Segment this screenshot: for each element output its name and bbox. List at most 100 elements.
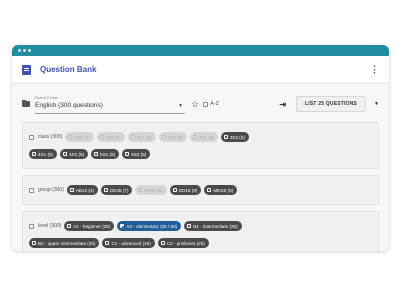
chip-checkbox-checked <box>120 224 125 228</box>
chip-line: group (300) AB12 (4) DE45 (7) FR38 (2) G… <box>29 183 372 197</box>
filter-chip[interactable]: A1 - beginner (25) <box>64 221 115 231</box>
filter-chip-selected[interactable]: A2 - elementary (25 / 50) <box>117 221 182 231</box>
chip-checkbox <box>187 224 192 228</box>
chip-label: MESS (6) <box>213 187 234 193</box>
filter-chip[interactable]: 5S2 (5) <box>122 149 151 159</box>
chip-line: B2 - upper intermediate (25) C1 - advanc… <box>29 236 372 250</box>
folder-icon <box>22 99 30 107</box>
chip-label: AB12 (4) <box>75 187 94 193</box>
chip-checkbox <box>94 152 99 156</box>
filter-chip[interactable]: AB12 (4) <box>66 185 98 195</box>
filter-chip[interactable]: 4S1 (5) <box>29 149 58 159</box>
chip-label: 5S2 (5) <box>131 151 147 157</box>
filter-chip[interactable]: C2 - proficient (25) <box>157 238 209 248</box>
group-checkbox[interactable] <box>29 187 34 193</box>
chip-line: class (300) 1S1 (5) 1S2 (5) 2S1 (5) 2S2 … <box>29 130 372 144</box>
filter-chip[interactable]: B1 - intermediate (25) <box>184 221 242 231</box>
group-label: level (300) <box>38 223 62 229</box>
chip-checkbox <box>32 241 36 245</box>
filter-chip[interactable]: GD16 (8) <box>169 185 202 195</box>
az-label: A-Z <box>210 101 219 107</box>
filter-chip[interactable]: DE45 (7) <box>101 185 133 195</box>
group-checkbox[interactable] <box>29 223 34 229</box>
more-vert-icon[interactable]: ⋮ <box>370 64 379 75</box>
star-icon[interactable]: ☆ <box>191 99 199 110</box>
chip-checkbox <box>63 152 68 156</box>
group-label: group (300) <box>38 187 64 193</box>
app-window: Question Bank ⋮ Select Folder English (3… <box>12 45 389 251</box>
filter-chip[interactable]: 2S1 (5) <box>127 132 156 142</box>
filter-chip[interactable]: 3S1 (5) <box>189 132 218 142</box>
filter-chip[interactable]: B2 - upper intermediate (25) <box>29 238 100 248</box>
level-filter-group: level (300) A1 - beginner (25) A2 - elem… <box>22 211 379 251</box>
az-sort-toggle[interactable]: A-Z <box>203 101 219 107</box>
chip-label: B2 - upper intermediate (25) <box>38 240 96 246</box>
app-title: Question Bank <box>40 65 97 74</box>
chip-label: B1 - intermediate (25) <box>193 223 238 229</box>
chip-label: 3S1 (5) <box>198 134 214 140</box>
chip-checkbox <box>105 241 110 245</box>
chip-checkbox <box>207 188 212 192</box>
list-questions-button[interactable]: LIST 25 QUESTIONS <box>296 96 367 112</box>
chip-checkbox <box>172 188 177 192</box>
toolbar-row: Select Folder English (300 questions) ▼ … <box>22 92 379 116</box>
chip-checkbox <box>69 188 74 192</box>
chip-label: 3S3 (5) <box>229 134 245 140</box>
folder-select[interactable]: Select Folder English (300 questions) ▼ <box>35 95 185 114</box>
group-filter-group: group (300) AB12 (4) DE45 (7) FR38 (2) G… <box>22 175 379 205</box>
chip-label: A1 - beginner (25) <box>73 223 111 229</box>
chip-label: 1S2 (5) <box>105 134 121 140</box>
chip-checkbox <box>125 152 130 156</box>
window-dot-icon[interactable] <box>18 49 21 52</box>
chip-checkbox <box>160 241 165 245</box>
filter-chip[interactable]: 3S3 (5) <box>220 132 249 142</box>
chip-checkbox <box>104 188 108 192</box>
group-label: class (300) <box>38 134 63 140</box>
main-content: Select Folder English (300 questions) ▼ … <box>12 84 389 251</box>
filter-chip[interactable]: C1 - advanced (25) <box>102 238 155 248</box>
class-filter-group: class (300) 1S1 (5) 1S2 (5) 2S1 (5) 2S2 … <box>22 122 379 169</box>
folder-select-label: Select Folder <box>35 94 59 100</box>
chip-label: 2S2 (5) <box>167 134 183 140</box>
az-checkbox[interactable] <box>203 101 209 107</box>
caret-down-icon[interactable]: ▼ <box>374 101 379 107</box>
chip-checkbox <box>138 188 143 192</box>
chip-line: 4S1 (5) 4S2 (5) 5S1 (5) 5S2 (5) <box>29 147 372 161</box>
filter-chip[interactable]: 1S1 (5) <box>65 132 94 142</box>
window-dot-icon[interactable] <box>28 49 31 52</box>
chip-label: 1S1 (5) <box>74 134 90 140</box>
filter-chip[interactable]: 2S2 (5) <box>158 132 187 142</box>
chip-label: C1 - advanced (25) <box>111 240 151 246</box>
chip-label: 4S2 (5) <box>69 151 85 157</box>
question-bank-icon <box>22 64 31 75</box>
filter-chip[interactable]: MESS (6) <box>204 185 238 195</box>
chip-label: DE45 (7) <box>110 187 129 193</box>
chip-label: 2S1 (5) <box>136 134 152 140</box>
filter-chip[interactable]: 1S2 (5) <box>96 132 125 142</box>
filter-chip[interactable]: FR38 (2) <box>135 185 167 195</box>
chip-label: GD16 (8) <box>178 187 198 193</box>
chip-checkbox <box>67 224 72 228</box>
window-titlebar <box>12 45 389 56</box>
chip-checkbox <box>130 135 135 139</box>
export-icon[interactable]: ⇥ <box>279 100 286 109</box>
filter-chip[interactable]: 4S2 (5) <box>60 149 89 159</box>
chip-line: level (300) A1 - beginner (25) A2 - elem… <box>29 219 372 233</box>
caret-down-icon: ▼ <box>178 102 183 109</box>
chip-label: FR38 (2) <box>144 187 163 193</box>
folder-select-value: English (300 questions) <box>35 101 103 109</box>
app-bar: Question Bank ⋮ <box>12 56 389 84</box>
filter-chip[interactable]: 5S1 (5) <box>91 149 120 159</box>
chip-checkbox <box>192 135 197 139</box>
chip-checkbox <box>223 135 228 139</box>
window-dot-icon[interactable] <box>23 49 26 52</box>
chip-checkbox <box>68 135 73 139</box>
chip-checkbox <box>161 135 166 139</box>
chip-checkbox <box>32 152 36 156</box>
chip-label: A2 - elementary (25 / 50) <box>126 223 178 229</box>
group-checkbox[interactable] <box>29 134 34 140</box>
chip-label: 4S1 (5) <box>38 151 54 157</box>
chip-label: 5S1 (5) <box>100 151 116 157</box>
chip-checkbox <box>99 135 104 139</box>
chip-label: C2 - proficient (25) <box>166 240 205 246</box>
